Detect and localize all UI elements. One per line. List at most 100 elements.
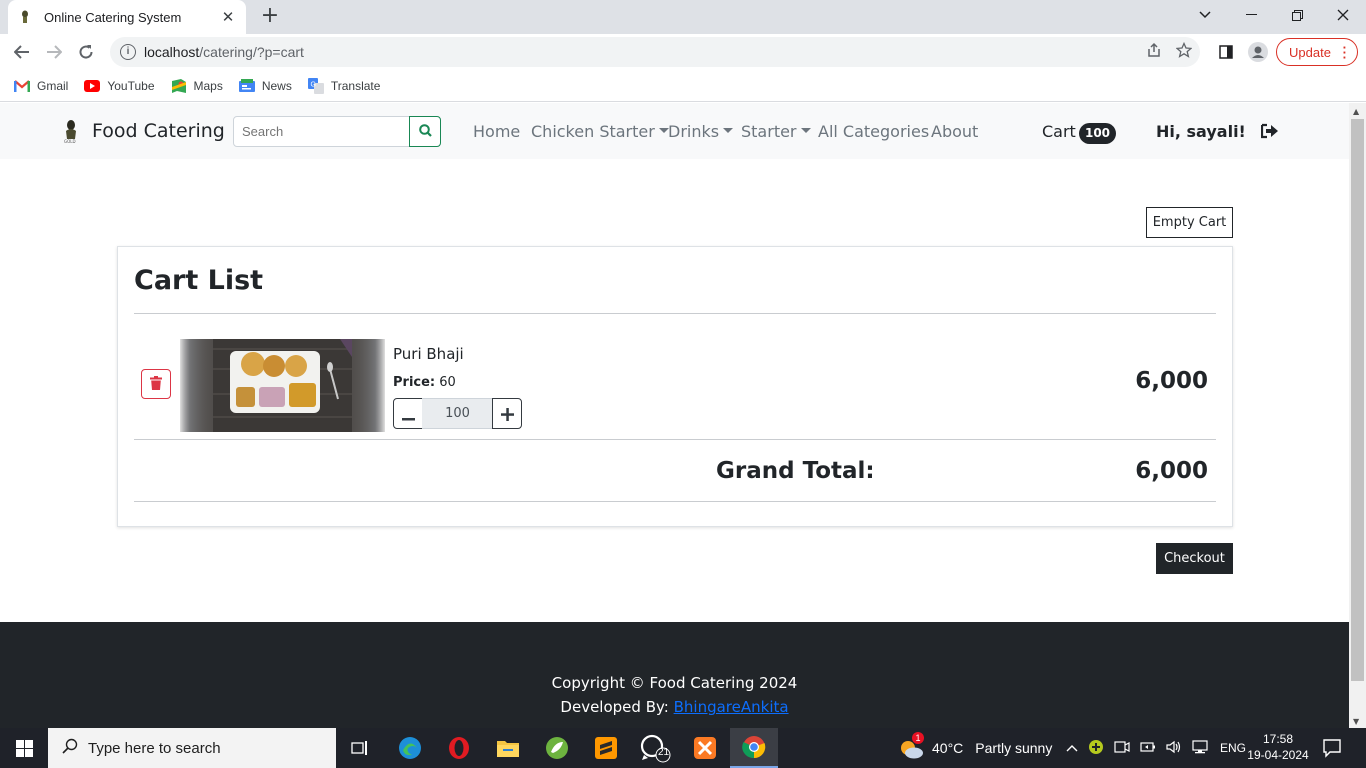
input-language[interactable]: ENG [1220, 741, 1246, 755]
side-panel-icon[interactable] [1216, 42, 1236, 62]
close-window-icon[interactable] [1320, 0, 1366, 30]
cart-count-badge[interactable]: 100 [1079, 123, 1116, 144]
nav-home[interactable]: Home [473, 122, 520, 141]
battery-icon[interactable] [1140, 740, 1156, 757]
restore-icon[interactable] [1274, 0, 1320, 30]
chevron-down-icon [723, 128, 734, 133]
cart-card: Cart List Puri Bhaji Price: 60 100 6,000… [117, 246, 1233, 527]
bookmark-gmail[interactable]: Gmail [14, 79, 68, 93]
empty-cart-button[interactable]: Empty Cart [1146, 207, 1233, 238]
brand-logo-icon[interactable]: GOLD [60, 117, 82, 145]
maps-icon [171, 78, 187, 93]
whatsapp-icon[interactable]: 21 [631, 728, 679, 768]
temperature: 40°C [932, 740, 964, 756]
profile-avatar-icon[interactable] [1248, 42, 1268, 62]
url-text: localhost/catering/?p=cart [144, 44, 304, 60]
developer-link[interactable]: BhingareAnkita [674, 698, 789, 716]
tab-title: Online Catering System [44, 9, 182, 25]
quantity-increase-button[interactable] [492, 398, 522, 429]
delete-item-button[interactable] [141, 369, 171, 399]
bookmark-news[interactable]: News [238, 78, 292, 93]
page-scrollbar[interactable]: ▲ ▼ [1349, 103, 1366, 728]
minimize-icon[interactable] [1228, 0, 1274, 30]
nav-starter-label: Starter [741, 122, 797, 141]
volume-icon[interactable] [1166, 740, 1182, 757]
checkout-button[interactable]: Checkout [1156, 543, 1233, 574]
nav-all-categories[interactable]: All Categories [818, 122, 929, 141]
bookmark-star-icon[interactable] [1175, 41, 1193, 62]
bookmark-maps[interactable]: Maps [171, 78, 223, 93]
task-view-icon[interactable] [336, 728, 384, 768]
chevron-up-icon[interactable] [1066, 741, 1078, 755]
site-footer: Copyright © Food Catering 2024 Developed… [0, 622, 1349, 728]
chevron-down-icon [800, 128, 811, 133]
nav-chicken-starter-label: Chicken Starter [531, 122, 655, 141]
bookmark-label: YouTube [107, 78, 155, 93]
menu-dots-icon[interactable]: · · · [1343, 41, 1347, 64]
translate-icon: G [307, 77, 324, 94]
back-icon[interactable] [10, 40, 34, 64]
nav-about[interactable]: About [931, 122, 978, 141]
file-explorer-icon[interactable] [484, 728, 532, 768]
bookmark-label: News [261, 78, 292, 93]
site-info-icon[interactable]: i [120, 44, 136, 60]
windows-start-icon[interactable] [0, 728, 48, 768]
update-button[interactable]: Update · · · [1276, 38, 1358, 66]
taskbar-search-box[interactable]: Type here to search [48, 728, 336, 768]
brand-name[interactable]: Food Catering [92, 120, 225, 142]
address-bar[interactable]: i localhost/catering/?p=cart [110, 37, 1200, 67]
bookmark-youtube[interactable]: YouTube [84, 78, 155, 93]
browser-tab[interactable]: Online Catering System ✕ [8, 0, 246, 34]
taskbar-search-placeholder: Type here to search [88, 739, 221, 757]
product-image [180, 339, 385, 432]
scroll-up-icon[interactable]: ▲ [1353, 107, 1359, 116]
bookmark-translate[interactable]: G Translate [307, 77, 380, 94]
trash-icon [150, 375, 162, 394]
quantity-input[interactable]: 100 [422, 398, 493, 429]
network-icon[interactable] [1192, 739, 1210, 757]
minus-icon [401, 402, 415, 426]
svg-text:GOLD: GOLD [64, 139, 76, 144]
weather-badge: 1 [912, 732, 924, 744]
svg-text:G: G [310, 81, 315, 88]
nav-drinks-label: Drinks [668, 122, 720, 141]
new-tab-icon[interactable]: + [258, 5, 282, 29]
divider [134, 501, 1216, 502]
notifications-icon[interactable] [1322, 738, 1342, 758]
gmail-icon [14, 79, 30, 93]
search-button[interactable] [409, 116, 441, 147]
price-label: Price: [393, 375, 436, 390]
youtube-icon [84, 79, 101, 93]
forward-icon[interactable] [42, 40, 66, 64]
update-label: Update [1289, 44, 1331, 60]
xampp-icon[interactable] [681, 728, 729, 768]
partly-sunny-icon: 1 [898, 732, 924, 760]
search-input[interactable] [233, 116, 410, 147]
sublime-text-icon[interactable] [582, 728, 630, 768]
plus-icon [500, 402, 514, 426]
scroll-down-icon[interactable]: ▼ [1353, 717, 1359, 726]
tray-app-icon[interactable] [1088, 739, 1104, 758]
spring-tool-icon[interactable] [533, 728, 581, 768]
chrome-icon[interactable] [730, 728, 778, 768]
taskbar-clock[interactable]: 17:58 19-04-2024 [1246, 731, 1310, 763]
clock-time: 17:58 [1262, 732, 1294, 746]
opera-icon[interactable] [435, 728, 483, 768]
nav-cart[interactable]: Cart [1042, 122, 1076, 141]
tab-search-chevron-icon[interactable] [1182, 0, 1228, 30]
quantity-decrease-button[interactable] [393, 398, 423, 429]
nav-drinks[interactable]: Drinks [668, 122, 734, 141]
scroll-thumb[interactable] [1351, 119, 1364, 681]
weather-widget[interactable]: 1 40°C Partly sunny [898, 728, 1052, 768]
reload-icon[interactable] [74, 40, 98, 64]
logout-icon[interactable] [1260, 123, 1279, 139]
nav-chicken-starter[interactable]: Chicken Starter [531, 122, 669, 141]
browser-tabstrip: Online Catering System ✕ + [0, 0, 1366, 34]
meet-now-icon[interactable] [1114, 739, 1130, 758]
edge-icon[interactable] [386, 728, 434, 768]
share-icon[interactable] [1146, 42, 1162, 62]
developed-by-label: Developed By: [560, 698, 669, 716]
windows-taskbar: Type here to search 21 1 40°C Partly sun… [0, 728, 1366, 768]
nav-starter[interactable]: Starter [741, 122, 811, 141]
tab-close-icon[interactable]: ✕ [220, 8, 236, 26]
